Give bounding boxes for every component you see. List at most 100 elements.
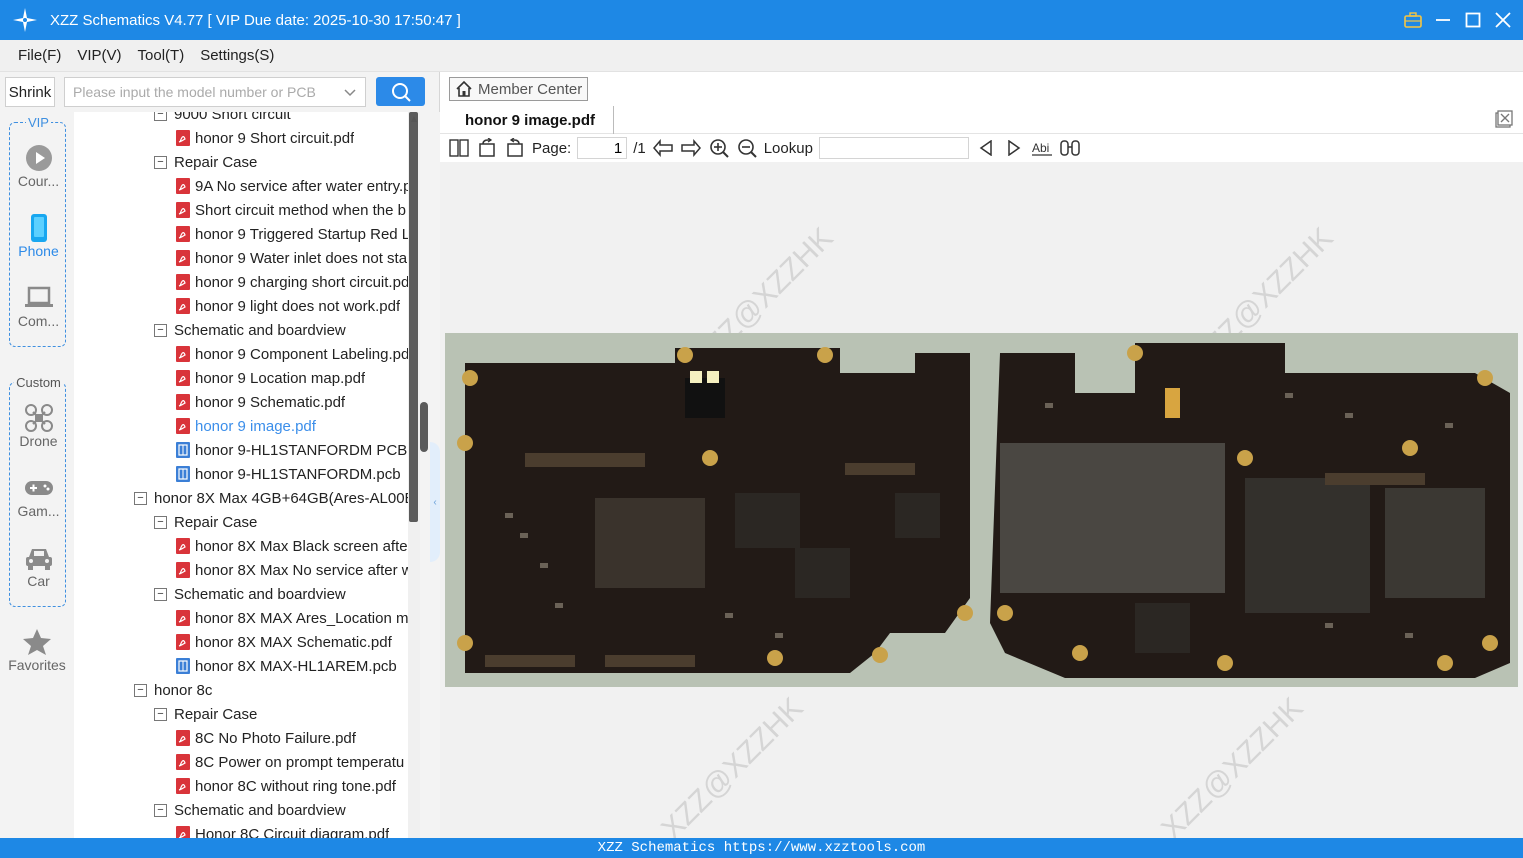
tree-file[interactable]: honor 9 Short circuit.pdf (74, 126, 408, 150)
tree-file[interactable]: honor 8X Max No service after w (74, 558, 408, 582)
category-computer[interactable]: Com... (10, 283, 67, 329)
collapse-arrow-icon[interactable]: ‹ (430, 442, 440, 562)
tree-item-label: Repair Case (174, 153, 258, 171)
category-car[interactable]: Car (10, 543, 67, 589)
tree-file[interactable]: honor 9 image.pdf (74, 414, 408, 438)
tree-scrollbar[interactable]: ▲ (408, 112, 420, 838)
next-page-icon[interactable] (680, 137, 702, 159)
pdf-file-icon (176, 274, 190, 290)
two-page-view-icon[interactable] (448, 137, 470, 159)
tree-folder[interactable]: − Schematic and boardview (74, 582, 408, 606)
tree-item-label: Repair Case (174, 513, 258, 531)
document-panel: Member Center honor 9 image.pdf Page: /1… (440, 72, 1523, 838)
collapse-toggle-icon[interactable]: − (154, 707, 167, 721)
menu-vip[interactable]: VIP(V) (69, 47, 129, 64)
tree-folder[interactable]: − Repair Case (74, 510, 408, 534)
collapse-toggle-icon[interactable]: − (154, 155, 167, 169)
find-previous-icon[interactable] (975, 137, 997, 159)
category-game[interactable]: Gam... (10, 473, 67, 519)
collapse-toggle-icon[interactable]: − (134, 491, 147, 505)
tree-file[interactable]: honor 9 Location map.pdf (74, 366, 408, 390)
tree-file[interactable]: 8C Power on prompt temperatu (74, 750, 408, 774)
tree-file[interactable]: Short circuit method when the b (74, 198, 408, 222)
tree-file[interactable]: 9A No service after water entry.pdf (74, 174, 408, 198)
tree-folder[interactable]: − Schematic and boardview (74, 318, 408, 342)
tree-folder[interactable]: − honor 8c (74, 678, 408, 702)
category-phone[interactable]: Phone (10, 213, 67, 259)
tree-file[interactable]: honor 9-HL1STANFORDM.pcb (74, 462, 408, 486)
tree-file[interactable]: honor 9 Component Labeling.pdf (74, 342, 408, 366)
search-button[interactable] (376, 77, 425, 106)
category-drone[interactable]: Drone (10, 403, 67, 449)
vip-group-label: VIP (26, 115, 51, 130)
pdf-viewer[interactable]: XZZ@XZZHK XZZ@XZZHK XZZ@XZZHK XZZ@XZZHK (440, 162, 1523, 838)
shrink-button[interactable]: Shrink (5, 77, 55, 107)
tree-folder[interactable]: − honor 8X Max 4GB+64GB(Ares-AL00B (74, 486, 408, 510)
tree-file[interactable]: honor 8X Max Black screen after (74, 534, 408, 558)
binoculars-icon[interactable] (1059, 137, 1081, 159)
search-input[interactable] (73, 84, 333, 100)
tab-honor-9-image[interactable]: honor 9 image.pdf (445, 106, 615, 134)
lookup-input[interactable] (818, 137, 969, 159)
tree-item-label: honor 8X Max Black screen after (195, 537, 408, 555)
rotate-left-icon[interactable] (476, 137, 498, 159)
close-tab-icon[interactable] (1495, 110, 1513, 131)
collapse-toggle-icon[interactable]: − (154, 112, 167, 121)
model-search-combobox[interactable] (64, 77, 366, 107)
tree-file[interactable]: honor 9 Water inlet does not sta (74, 246, 408, 270)
pdf-file-icon (176, 178, 190, 194)
tree-file[interactable]: honor 8X MAX-HL1AREM.pcb (74, 654, 408, 678)
category-course[interactable]: Cour... (10, 143, 67, 189)
briefcase-icon[interactable] (1403, 10, 1423, 30)
pdf-file-icon (176, 418, 190, 434)
watermark: XZZ@XZZHK (655, 691, 810, 838)
page-number-input[interactable] (577, 137, 628, 159)
match-case-icon[interactable]: Abi (1031, 137, 1053, 159)
minimize-button[interactable] (1433, 10, 1453, 30)
menu-tool[interactable]: Tool(T) (130, 47, 193, 64)
pdf-file-icon (176, 538, 190, 554)
tree-file[interactable]: honor 9 Triggered Startup Red Li (74, 222, 408, 246)
zoom-out-icon[interactable] (736, 137, 758, 159)
menu-file[interactable]: File(F) (10, 47, 69, 64)
rotate-right-icon[interactable] (504, 137, 526, 159)
tree-file[interactable]: 8C No Photo Failure.pdf (74, 726, 408, 750)
tree-item-label: Short circuit method when the b (195, 201, 406, 219)
tree-folder[interactable]: − Repair Case (74, 702, 408, 726)
tree-file[interactable]: honor 9-HL1STANFORDM PCB I (74, 438, 408, 462)
phone-icon (30, 214, 47, 242)
tree-folder[interactable]: − Repair Case (74, 150, 408, 174)
previous-page-icon[interactable] (652, 137, 674, 159)
tree-folder[interactable]: − Schematic and boardview (74, 798, 408, 822)
laptop-icon (24, 286, 53, 307)
play-icon (25, 145, 52, 171)
tree-file[interactable]: honor 8X MAX Schematic.pdf (74, 630, 408, 654)
collapse-toggle-icon[interactable]: − (154, 587, 167, 601)
collapse-toggle-icon[interactable]: − (134, 683, 147, 697)
collapse-toggle-icon[interactable]: − (154, 323, 167, 337)
close-button[interactable] (1493, 10, 1513, 30)
maximize-button[interactable] (1463, 10, 1483, 30)
tree-file[interactable]: honor 8X MAX Ares_Location m (74, 606, 408, 630)
tree-folder[interactable]: −9000 Short circuit (74, 112, 408, 126)
member-center-button[interactable]: Member Center (449, 77, 588, 101)
tree-file[interactable]: honor 8C without ring tone.pdf (74, 774, 408, 798)
tree-item-label: 9A No service after water entry.pdf (195, 177, 408, 195)
tree-file[interactable]: honor 9 light does not work.pdf (74, 294, 408, 318)
menu-settings[interactable]: Settings(S) (192, 47, 282, 64)
pdf-file-icon (176, 226, 190, 242)
tree-file[interactable]: honor 9 Schematic.pdf (74, 390, 408, 414)
scroll-up-icon[interactable]: ▲ (409, 114, 419, 125)
find-next-icon[interactable] (1003, 137, 1025, 159)
scrollbar-thumb[interactable] (409, 112, 418, 522)
panel-splitter[interactable]: ‹ (420, 112, 440, 838)
collapse-toggle-icon[interactable]: − (154, 803, 167, 817)
collapse-toggle-icon[interactable]: − (154, 515, 167, 529)
zoom-in-icon[interactable] (708, 137, 730, 159)
chevron-down-icon[interactable] (343, 85, 357, 102)
tree-item-label: Schematic and boardview (174, 801, 346, 819)
splitter-grip[interactable] (420, 402, 428, 452)
tree-file[interactable]: Honor 8C Circuit diagram.pdf (74, 822, 408, 838)
tree-file[interactable]: honor 9 charging short circuit.pdf (74, 270, 408, 294)
favorites-item[interactable]: Favorites (0, 627, 74, 673)
